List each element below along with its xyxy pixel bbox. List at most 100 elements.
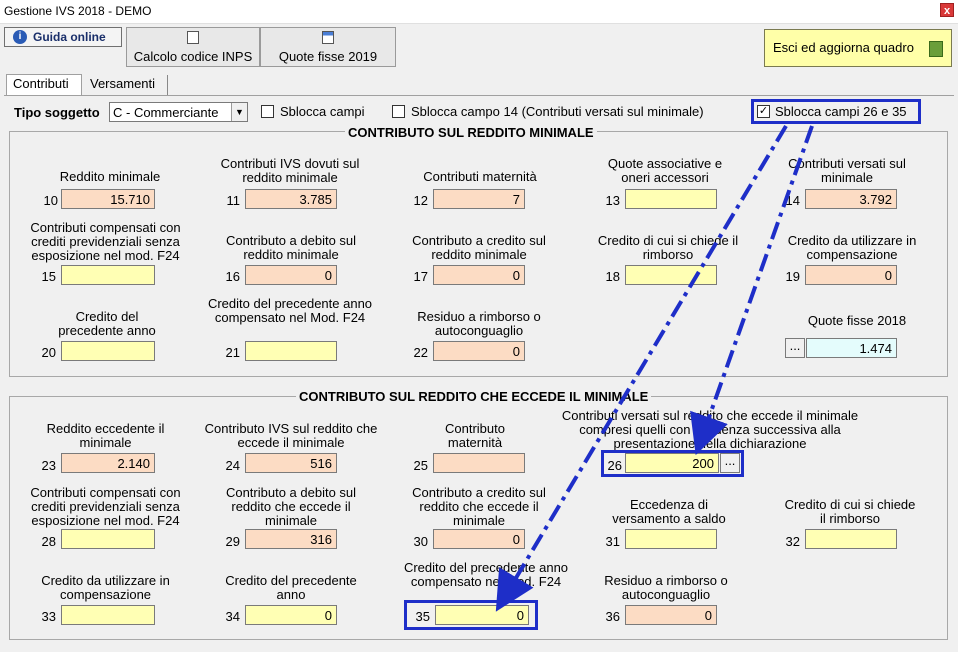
f35-field[interactable]: 0 (435, 605, 529, 625)
tab-divider (4, 95, 954, 96)
quote-fisse-2018-field[interactable]: 1.474 (806, 338, 897, 358)
close-button[interactable]: x (940, 3, 954, 17)
f20-label: Credito del precedente anno (58, 309, 156, 338)
f36-label: Residuo a rimborso o autoconguaglio (604, 573, 728, 602)
f23-field[interactable]: 2.140 (61, 453, 155, 473)
f18-label: Credito di cui si chiede il rimborso (597, 233, 739, 262)
f23-label: Reddito eccedente il minimale (46, 421, 165, 450)
f10-label: Reddito minimale (59, 169, 161, 184)
calculator-icon (187, 31, 199, 44)
f13-field[interactable] (625, 189, 717, 209)
f14-label: Contributi versati sul minimale (788, 156, 906, 185)
f11-field[interactable]: 3.785 (245, 189, 337, 209)
sblocca-14-label: Sblocca campo 14 (Contributi versati sul… (411, 104, 704, 119)
tab-contributi[interactable]: Contributi (6, 74, 82, 96)
f29-label: Contributo a debito sul reddito che ecce… (225, 485, 357, 528)
tab-versamenti[interactable]: Versamenti (84, 75, 168, 95)
f15-label: Contributi compensati con crediti previd… (30, 220, 181, 263)
f18-num: 18 (605, 269, 620, 284)
frame-minimale-title: CONTRIBUTO SUL REDDITO MINIMALE (345, 125, 597, 140)
f32-field[interactable] (805, 529, 897, 549)
info-icon: i (13, 30, 27, 44)
f11-num: 11 (226, 193, 241, 208)
f12-label: Contributi maternità (423, 169, 537, 184)
f24-label: Contributo IVS sul reddito che eccede il… (204, 421, 378, 450)
f10-num: 10 (43, 193, 58, 208)
f31-field[interactable] (625, 529, 717, 549)
f10-field[interactable]: 15.710 (61, 189, 155, 209)
window-title: Gestione IVS 2018 - DEMO (4, 4, 152, 18)
f12-num: 12 (413, 193, 428, 208)
f32-num: 32 (785, 534, 800, 549)
chevron-down-icon[interactable]: ▼ (231, 103, 247, 121)
f20-field[interactable] (61, 341, 155, 361)
f31-label: Eccedenza di versamento a saldo (612, 497, 726, 526)
f25-label: Contributo maternità (445, 421, 505, 450)
f30-label: Contributo a credito sul reddito che ecc… (412, 485, 546, 528)
esci-label: Esci ed aggiorna quadro (773, 40, 914, 55)
f17-field[interactable]: 0 (433, 265, 525, 285)
calcolo-codice-inps-button[interactable]: Calcolo codice INPS (126, 27, 260, 67)
f24-num: 24 (225, 458, 240, 473)
f14-field[interactable]: 3.792 (805, 189, 897, 209)
sblocca-26-35-checkbox[interactable]: ✓ (757, 105, 770, 118)
f22-field[interactable]: 0 (433, 341, 525, 361)
f12-field[interactable]: 7 (433, 189, 525, 209)
f16-field[interactable]: 0 (245, 265, 337, 285)
f34-num: 34 (225, 609, 240, 624)
quote-fisse-2018-label: Quote fisse 2018 (807, 313, 907, 328)
exit-door-icon (929, 41, 943, 57)
f25-num: 25 (413, 458, 428, 473)
f36-num: 36 (605, 609, 620, 624)
f26-detail-button[interactable]: ... (720, 453, 740, 473)
f18-field[interactable] (625, 265, 717, 285)
f35-num: 35 (415, 609, 430, 624)
f25-field[interactable] (433, 453, 525, 473)
f33-num: 33 (41, 609, 56, 624)
tipo-soggetto-select[interactable]: C - Commerciante ▼ (109, 102, 248, 122)
guida-online-label: Guida online (33, 30, 106, 44)
f30-field[interactable]: 0 (433, 529, 525, 549)
f17-num: 17 (413, 269, 428, 284)
sblocca-campi-label: Sblocca campi (280, 104, 365, 119)
f22-label: Residuo a rimborso o autoconguaglio (417, 309, 541, 338)
quote-fisse-2018-button[interactable]: ... (785, 338, 805, 358)
f15-field[interactable] (61, 265, 155, 285)
f33-field[interactable] (61, 605, 155, 625)
tipo-soggetto-value: C - Commerciante (113, 105, 219, 120)
f30-num: 30 (413, 534, 428, 549)
f24-field[interactable]: 516 (245, 453, 337, 473)
f31-num: 31 (605, 534, 620, 549)
f28-field[interactable] (61, 529, 155, 549)
f15-num: 15 (41, 269, 56, 284)
f33-label: Credito da utilizzare in compensazione (41, 573, 170, 602)
f13-label: Quote associative e oneri accessori (607, 156, 723, 185)
f13-num: 13 (605, 193, 620, 208)
f34-field[interactable]: 0 (245, 605, 337, 625)
f11-label: Contributi IVS dovuti sul reddito minima… (220, 156, 360, 185)
f26-num: 26 (607, 458, 622, 473)
quote-fisse-2019-button[interactable]: Quote fisse 2019 (260, 27, 396, 67)
f26-field[interactable]: 200 (625, 453, 719, 473)
sblocca-14-checkbox[interactable] (392, 105, 405, 118)
f29-field[interactable]: 316 (245, 529, 337, 549)
sblocca-campi-checkbox[interactable] (261, 105, 274, 118)
f19-field[interactable]: 0 (805, 265, 897, 285)
f28-label: Contributi compensati con crediti previd… (30, 485, 181, 528)
f19-label: Credito da utilizzare in compensazione (787, 233, 917, 262)
f26-label: Contributi versati sul reddito che ecced… (561, 408, 859, 451)
f32-label: Credito di cui si chiede il rimborso (784, 497, 916, 526)
f29-num: 29 (225, 534, 240, 549)
f20-num: 20 (41, 345, 56, 360)
f28-num: 28 (41, 534, 56, 549)
calcolo-label: Calcolo codice INPS (133, 49, 253, 64)
f17-label: Contributo a credito sul reddito minimal… (412, 233, 546, 262)
f14-num: 14 (785, 193, 800, 208)
f21-field[interactable] (245, 341, 337, 361)
f35-label: Credito del precedente anno compensato n… (403, 560, 569, 589)
guida-online-button[interactable]: i Guida online (4, 27, 122, 47)
f36-field[interactable]: 0 (625, 605, 717, 625)
quote-label: Quote fisse 2019 (278, 49, 378, 64)
esci-aggiorna-quadro-button[interactable]: Esci ed aggiorna quadro (764, 29, 952, 67)
f16-num: 16 (225, 269, 240, 284)
